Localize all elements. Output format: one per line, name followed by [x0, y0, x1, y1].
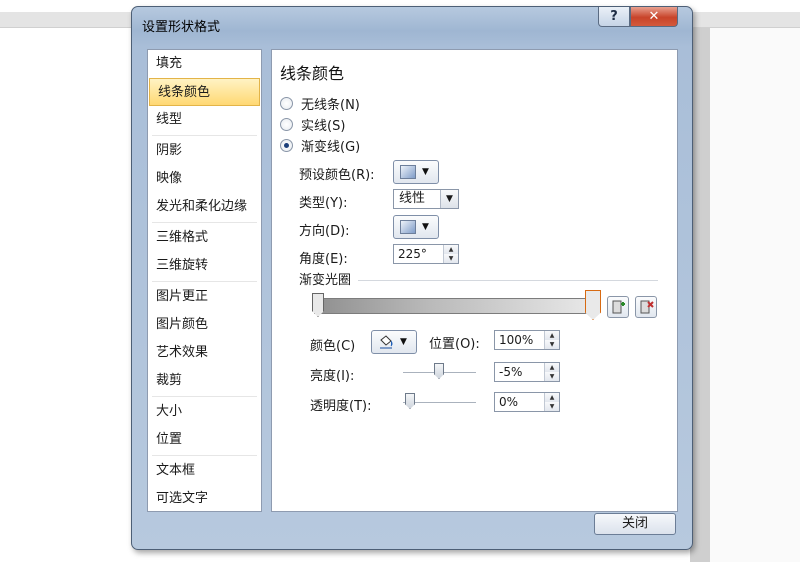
- gradient-stop-right-selected[interactable]: [585, 290, 601, 320]
- chevron-down-icon: ▼: [400, 337, 407, 347]
- nav-item-picture-corrections[interactable]: 图片更正: [148, 283, 261, 311]
- transparency-spinner[interactable]: 0% ▲ ▼: [494, 392, 560, 412]
- stop-color-label: 颜色(C): [310, 339, 356, 354]
- nav-item-glow-soft-edges[interactable]: 发光和柔化边缘: [148, 193, 261, 221]
- gradient-swatch-icon: [400, 165, 416, 179]
- stop-position-label: 位置(O):: [429, 337, 480, 352]
- nav-divider: [152, 455, 257, 456]
- nav-divider: [152, 135, 257, 136]
- chevron-down-icon: ▼: [422, 167, 429, 177]
- brightness-label: 亮度(I):: [310, 369, 355, 384]
- direction-label: 方向(D):: [299, 224, 350, 239]
- background-scrollbar: [690, 28, 710, 562]
- help-button[interactable]: ?: [598, 7, 630, 27]
- nav-item-shadow[interactable]: 阴影: [148, 137, 261, 165]
- group-divider: [358, 280, 658, 281]
- transparency-slider-thumb[interactable]: [405, 393, 415, 409]
- chevron-down-icon[interactable]: ▼: [440, 190, 458, 208]
- category-nav: 填充 线条颜色 线型 阴影 映像 发光和柔化边缘 三维格式 三维旋转 图片更正 …: [147, 49, 262, 512]
- spin-down-icon[interactable]: ▼: [545, 340, 559, 349]
- spin-down-icon[interactable]: ▼: [545, 372, 559, 381]
- nav-divider: [152, 222, 257, 223]
- dialog-title: 设置形状格式: [142, 20, 221, 35]
- line-color-panel: 线条颜色 无线条(N) 实线(S) 渐变线(G) 预设颜色(R): ▼ 类型(Y…: [271, 49, 678, 512]
- nav-item-crop[interactable]: 裁剪: [148, 367, 261, 395]
- radio-label: 渐变线(G): [301, 140, 361, 155]
- spin-buttons: ▲ ▼: [443, 245, 458, 263]
- spin-buttons: ▲ ▼: [544, 363, 559, 381]
- radio-circle[interactable]: [280, 118, 293, 131]
- spin-down-icon[interactable]: ▼: [545, 402, 559, 411]
- stop-position-value: 100%: [499, 333, 534, 347]
- brightness-value: -5%: [499, 365, 523, 379]
- nav-item-size[interactable]: 大小: [148, 398, 261, 426]
- nav-item-artistic-effects[interactable]: 艺术效果: [148, 339, 261, 367]
- add-stop-icon[interactable]: [607, 296, 629, 318]
- angle-value: 225°: [398, 247, 427, 261]
- nav-item-reflection[interactable]: 映像: [148, 165, 261, 193]
- nav-item-3d-rotation[interactable]: 三维旋转: [148, 252, 261, 280]
- gradient-stops-bar[interactable]: [314, 298, 596, 314]
- gradient-stops-label: 渐变光圈: [299, 273, 352, 288]
- nav-item-line-color[interactable]: 线条颜色: [149, 78, 260, 106]
- background-area: [710, 28, 800, 562]
- direction-swatch-icon: [400, 220, 416, 234]
- close-button[interactable]: 关闭: [594, 513, 676, 535]
- nav-item-position[interactable]: 位置: [148, 426, 261, 454]
- paint-bucket-icon: [380, 335, 393, 349]
- radio-no-line[interactable]: 无线条(N): [280, 94, 360, 113]
- angle-spinner[interactable]: 225° ▲ ▼: [393, 244, 459, 264]
- spin-up-icon[interactable]: ▲: [545, 331, 559, 340]
- radio-label: 无线条(N): [301, 98, 360, 113]
- spin-up-icon[interactable]: ▲: [545, 363, 559, 372]
- transparency-label: 透明度(T):: [310, 399, 372, 414]
- spin-down-icon[interactable]: ▼: [444, 254, 458, 263]
- nav-divider: [152, 396, 257, 397]
- radio-solid-line[interactable]: 实线(S): [280, 115, 345, 134]
- nav-item-text-box[interactable]: 文本框: [148, 457, 261, 485]
- remove-stop-icon[interactable]: [635, 296, 657, 318]
- brightness-spinner[interactable]: -5% ▲ ▼: [494, 362, 560, 382]
- radio-label: 实线(S): [301, 119, 346, 134]
- preset-colors-label: 预设颜色(R):: [299, 168, 375, 183]
- radio-circle-checked[interactable]: [280, 139, 293, 152]
- nav-item-line-style[interactable]: 线型: [148, 106, 261, 134]
- radio-circle[interactable]: [280, 97, 293, 110]
- stop-color-dropdown[interactable]: ▼: [371, 330, 417, 354]
- nav-item-3d-format[interactable]: 三维格式: [148, 224, 261, 252]
- nav-item-alt-text[interactable]: 可选文字: [148, 485, 261, 513]
- stop-position-spinner[interactable]: 100% ▲ ▼: [494, 330, 560, 350]
- section-title: 线条颜色: [280, 64, 345, 83]
- nav-divider: [152, 281, 257, 282]
- type-select[interactable]: 线性 ▼: [393, 189, 459, 209]
- radio-gradient-line[interactable]: 渐变线(G): [280, 136, 360, 155]
- close-window-button[interactable]: ✕: [630, 7, 678, 27]
- spin-buttons: ▲ ▼: [544, 393, 559, 411]
- brightness-slider-thumb[interactable]: [434, 363, 444, 379]
- type-label: 类型(Y):: [299, 196, 348, 211]
- direction-dropdown[interactable]: ▼: [393, 215, 439, 239]
- preset-colors-dropdown[interactable]: ▼: [393, 160, 439, 184]
- nav-item-picture-color[interactable]: 图片颜色: [148, 311, 261, 339]
- type-value: 线性: [399, 191, 426, 206]
- format-shape-dialog: 设置形状格式 ? ✕ 填充 线条颜色 线型 阴影 映像 发光和柔化边缘 三维格式…: [131, 6, 693, 550]
- spin-buttons: ▲ ▼: [544, 331, 559, 349]
- chevron-down-icon: ▼: [422, 222, 429, 232]
- spin-up-icon[interactable]: ▲: [444, 245, 458, 254]
- spin-up-icon[interactable]: ▲: [545, 393, 559, 402]
- transparency-value: 0%: [499, 395, 519, 409]
- nav-item-fill[interactable]: 填充: [148, 50, 261, 78]
- angle-label: 角度(E):: [299, 252, 348, 267]
